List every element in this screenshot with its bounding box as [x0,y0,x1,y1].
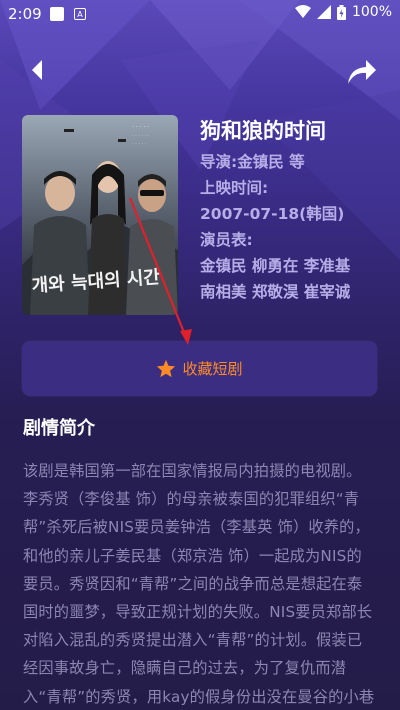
share-button[interactable] [346,56,378,86]
release-label: 上映时间: [200,179,269,197]
cast-line-1: 金镇民 柳勇在 李准基 [200,257,351,275]
cast-line-2: 南相美 郑敬淏 崔宰诚 [200,283,351,301]
status-bar: 2:09 A 100% [0,0,400,28]
cast-label: 演员表: [200,231,253,249]
notification-square-icon [50,7,64,21]
collect-drama-label: 收藏短剧 [182,360,243,378]
back-button[interactable] [28,58,52,84]
svg-text:· · · · ·: · · · · · [132,141,147,147]
share-arrow-icon [348,60,376,84]
synopsis-heading: 剧情简介 [23,418,95,439]
poster-image: 개와 늑대의 시간 · · · · · · · · · · · · · · · … [22,115,178,315]
collect-drama-button[interactable]: 收藏短剧 [22,341,377,396]
synopsis-text: 该剧是韩国第一部在国家情报局内拍摄的电视剧。 李秀贤（李俊基 饰）的母亲被泰国的… [23,462,375,706]
drama-info: 狗和狼的时间 导演:金镇民 等 上映时间: 2007-07-18(韩国) 演员表… [200,118,390,305]
svg-text:· · · · · ·: · · · · · · [132,133,150,139]
chevron-left-icon [32,60,42,80]
status-right-group: 100% [294,4,392,20]
drama-title: 狗和狼的时间 [200,119,326,143]
wifi-icon [294,5,311,18]
drama-poster: 개와 늑대의 시간 · · · · · · · · · · · · · · · … [22,115,178,315]
drama-director: 导演:金镇民 等 [200,153,305,171]
signal-icon [316,5,331,19]
notification-a-icon: A [74,8,86,20]
battery-icon [336,4,346,20]
battery-percent: 100% [351,4,392,20]
release-date: 2007-07-18(韩国) [200,205,345,223]
svg-text:· · · · ·: · · · · · [132,124,149,131]
star-icon [157,359,176,378]
status-time: 2:09 [8,5,42,23]
